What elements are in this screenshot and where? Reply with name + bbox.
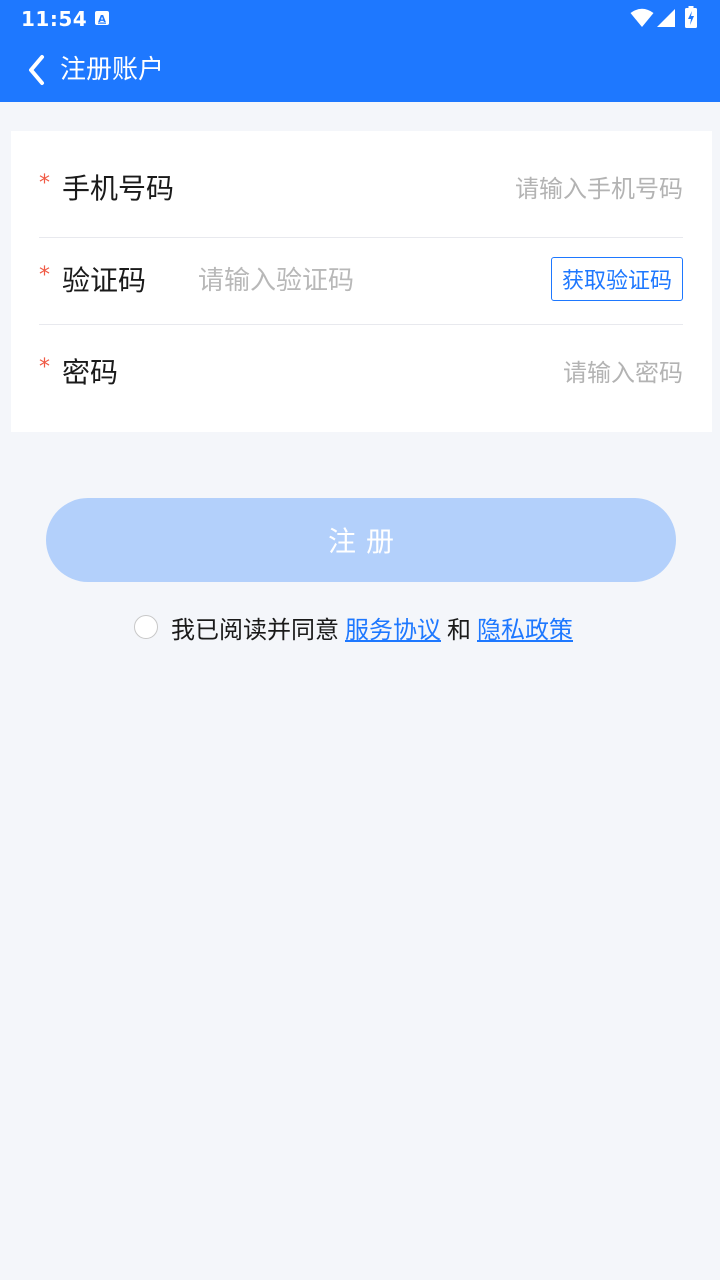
battery-charging-icon xyxy=(685,6,697,28)
password-input[interactable] xyxy=(201,353,683,393)
required-mark: * xyxy=(39,263,50,288)
divider xyxy=(39,324,683,325)
register-button[interactable]: 注册 xyxy=(46,498,676,582)
code-row: * 验证码 获取验证码 xyxy=(11,237,712,325)
register-form: * 手机号码 * 验证码 获取验证码 * 密码 xyxy=(11,131,712,432)
required-mark: * xyxy=(39,171,50,196)
required-mark: * xyxy=(39,355,50,380)
nav-bar: 注册账户 xyxy=(0,38,720,102)
verification-code-input[interactable] xyxy=(198,261,538,301)
password-label: 密码 xyxy=(62,356,119,389)
password-row: * 密码 xyxy=(11,329,712,417)
phone-row: * 手机号码 xyxy=(11,145,712,233)
wifi-icon xyxy=(630,8,654,27)
phone-input[interactable] xyxy=(201,169,683,209)
app-header: 11:54 A 注册账户 xyxy=(0,0,720,102)
privacy-policy-link[interactable]: 隐私政策 xyxy=(477,610,573,645)
status-bar: 11:54 A xyxy=(0,0,720,38)
service-agreement-link[interactable]: 服务协议 xyxy=(345,610,441,645)
agree-checkbox[interactable] xyxy=(134,615,158,639)
a-box-icon: A xyxy=(95,11,109,25)
conjunction-text: 和 xyxy=(447,615,471,644)
chevron-left-icon[interactable] xyxy=(22,52,54,88)
phone-label: 手机号码 xyxy=(62,172,175,205)
status-time: 11:54 xyxy=(21,7,88,31)
agreement: 我已阅读并同意 服务协议 和 隐私政策 xyxy=(134,610,573,644)
get-code-button[interactable]: 获取验证码 xyxy=(551,257,683,301)
page-title: 注册账户 xyxy=(60,55,165,85)
agreement-text: 我已阅读并同意 xyxy=(171,615,339,644)
signal-icon xyxy=(657,9,675,27)
code-label: 验证码 xyxy=(62,264,147,297)
